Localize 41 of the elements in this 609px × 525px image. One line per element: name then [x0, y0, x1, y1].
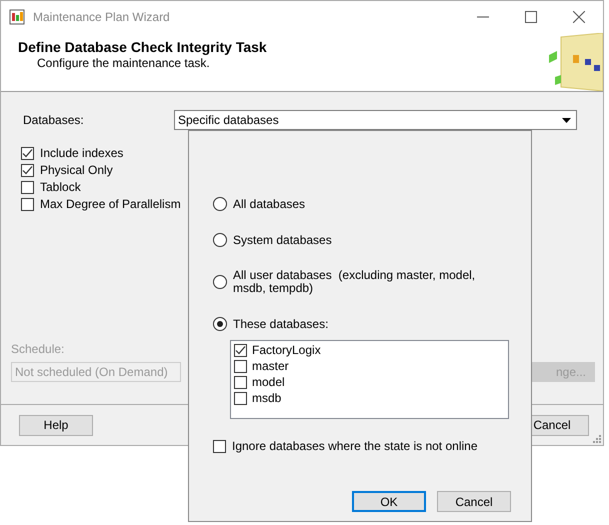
databases-dropdown[interactable]: Specific databases — [174, 110, 577, 130]
radio-label: System databases — [233, 234, 332, 246]
resize-grip-icon[interactable] — [593, 435, 601, 443]
database-name: FactoryLogix — [252, 343, 321, 357]
databases-label: Databases: — [23, 113, 85, 127]
ok-button[interactable]: OK — [352, 491, 426, 512]
option-label: Physical Only — [40, 163, 113, 177]
checkbox[interactable] — [21, 198, 34, 210]
option-label: Tablock — [40, 180, 81, 194]
radio-label: All user databases (excluding master, model, msdb, tempdb) — [233, 269, 476, 295]
window-title: Maintenance Plan Wizard — [33, 10, 170, 24]
checkbox[interactable] — [213, 440, 226, 452]
app-icon — [9, 8, 27, 26]
checkbox[interactable] — [234, 360, 247, 372]
close-icon[interactable] — [573, 11, 585, 23]
database-name: msdb — [252, 391, 282, 405]
radio-button[interactable] — [213, 317, 227, 331]
checkbox[interactable] — [234, 392, 247, 404]
wizard-drawing — [547, 33, 603, 91]
checkbox[interactable] — [234, 376, 247, 388]
radio-button[interactable] — [213, 275, 227, 289]
radio-label: All databases — [233, 198, 306, 210]
radio-button[interactable] — [213, 233, 227, 247]
database-name: model — [252, 375, 285, 389]
database-name: master — [252, 359, 289, 373]
page-title: Define Database Check Integrity Task — [18, 39, 268, 55]
checkbox[interactable] — [21, 180, 34, 194]
checkbox[interactable] — [21, 164, 34, 176]
dropdown-arrow-icon[interactable] — [562, 118, 571, 122]
radio-button[interactable] — [213, 197, 227, 211]
radio-label: These databases: — [233, 318, 328, 330]
schedule-label: Schedule: — [11, 342, 64, 356]
checkbox[interactable] — [234, 344, 247, 356]
page-subtitle: Configure the maintenance task. — [36, 56, 211, 70]
checkbox[interactable] — [21, 146, 34, 160]
option-label: Max Degree of Parallelism — [40, 197, 181, 211]
option-label: Include indexes — [40, 146, 124, 160]
maximize-icon[interactable] — [525, 11, 537, 23]
help-button[interactable]: Help — [19, 414, 93, 436]
cancel-button[interactable]: Cancel — [437, 491, 511, 512]
option-label: Ignore databases where the state is not online — [232, 439, 478, 453]
